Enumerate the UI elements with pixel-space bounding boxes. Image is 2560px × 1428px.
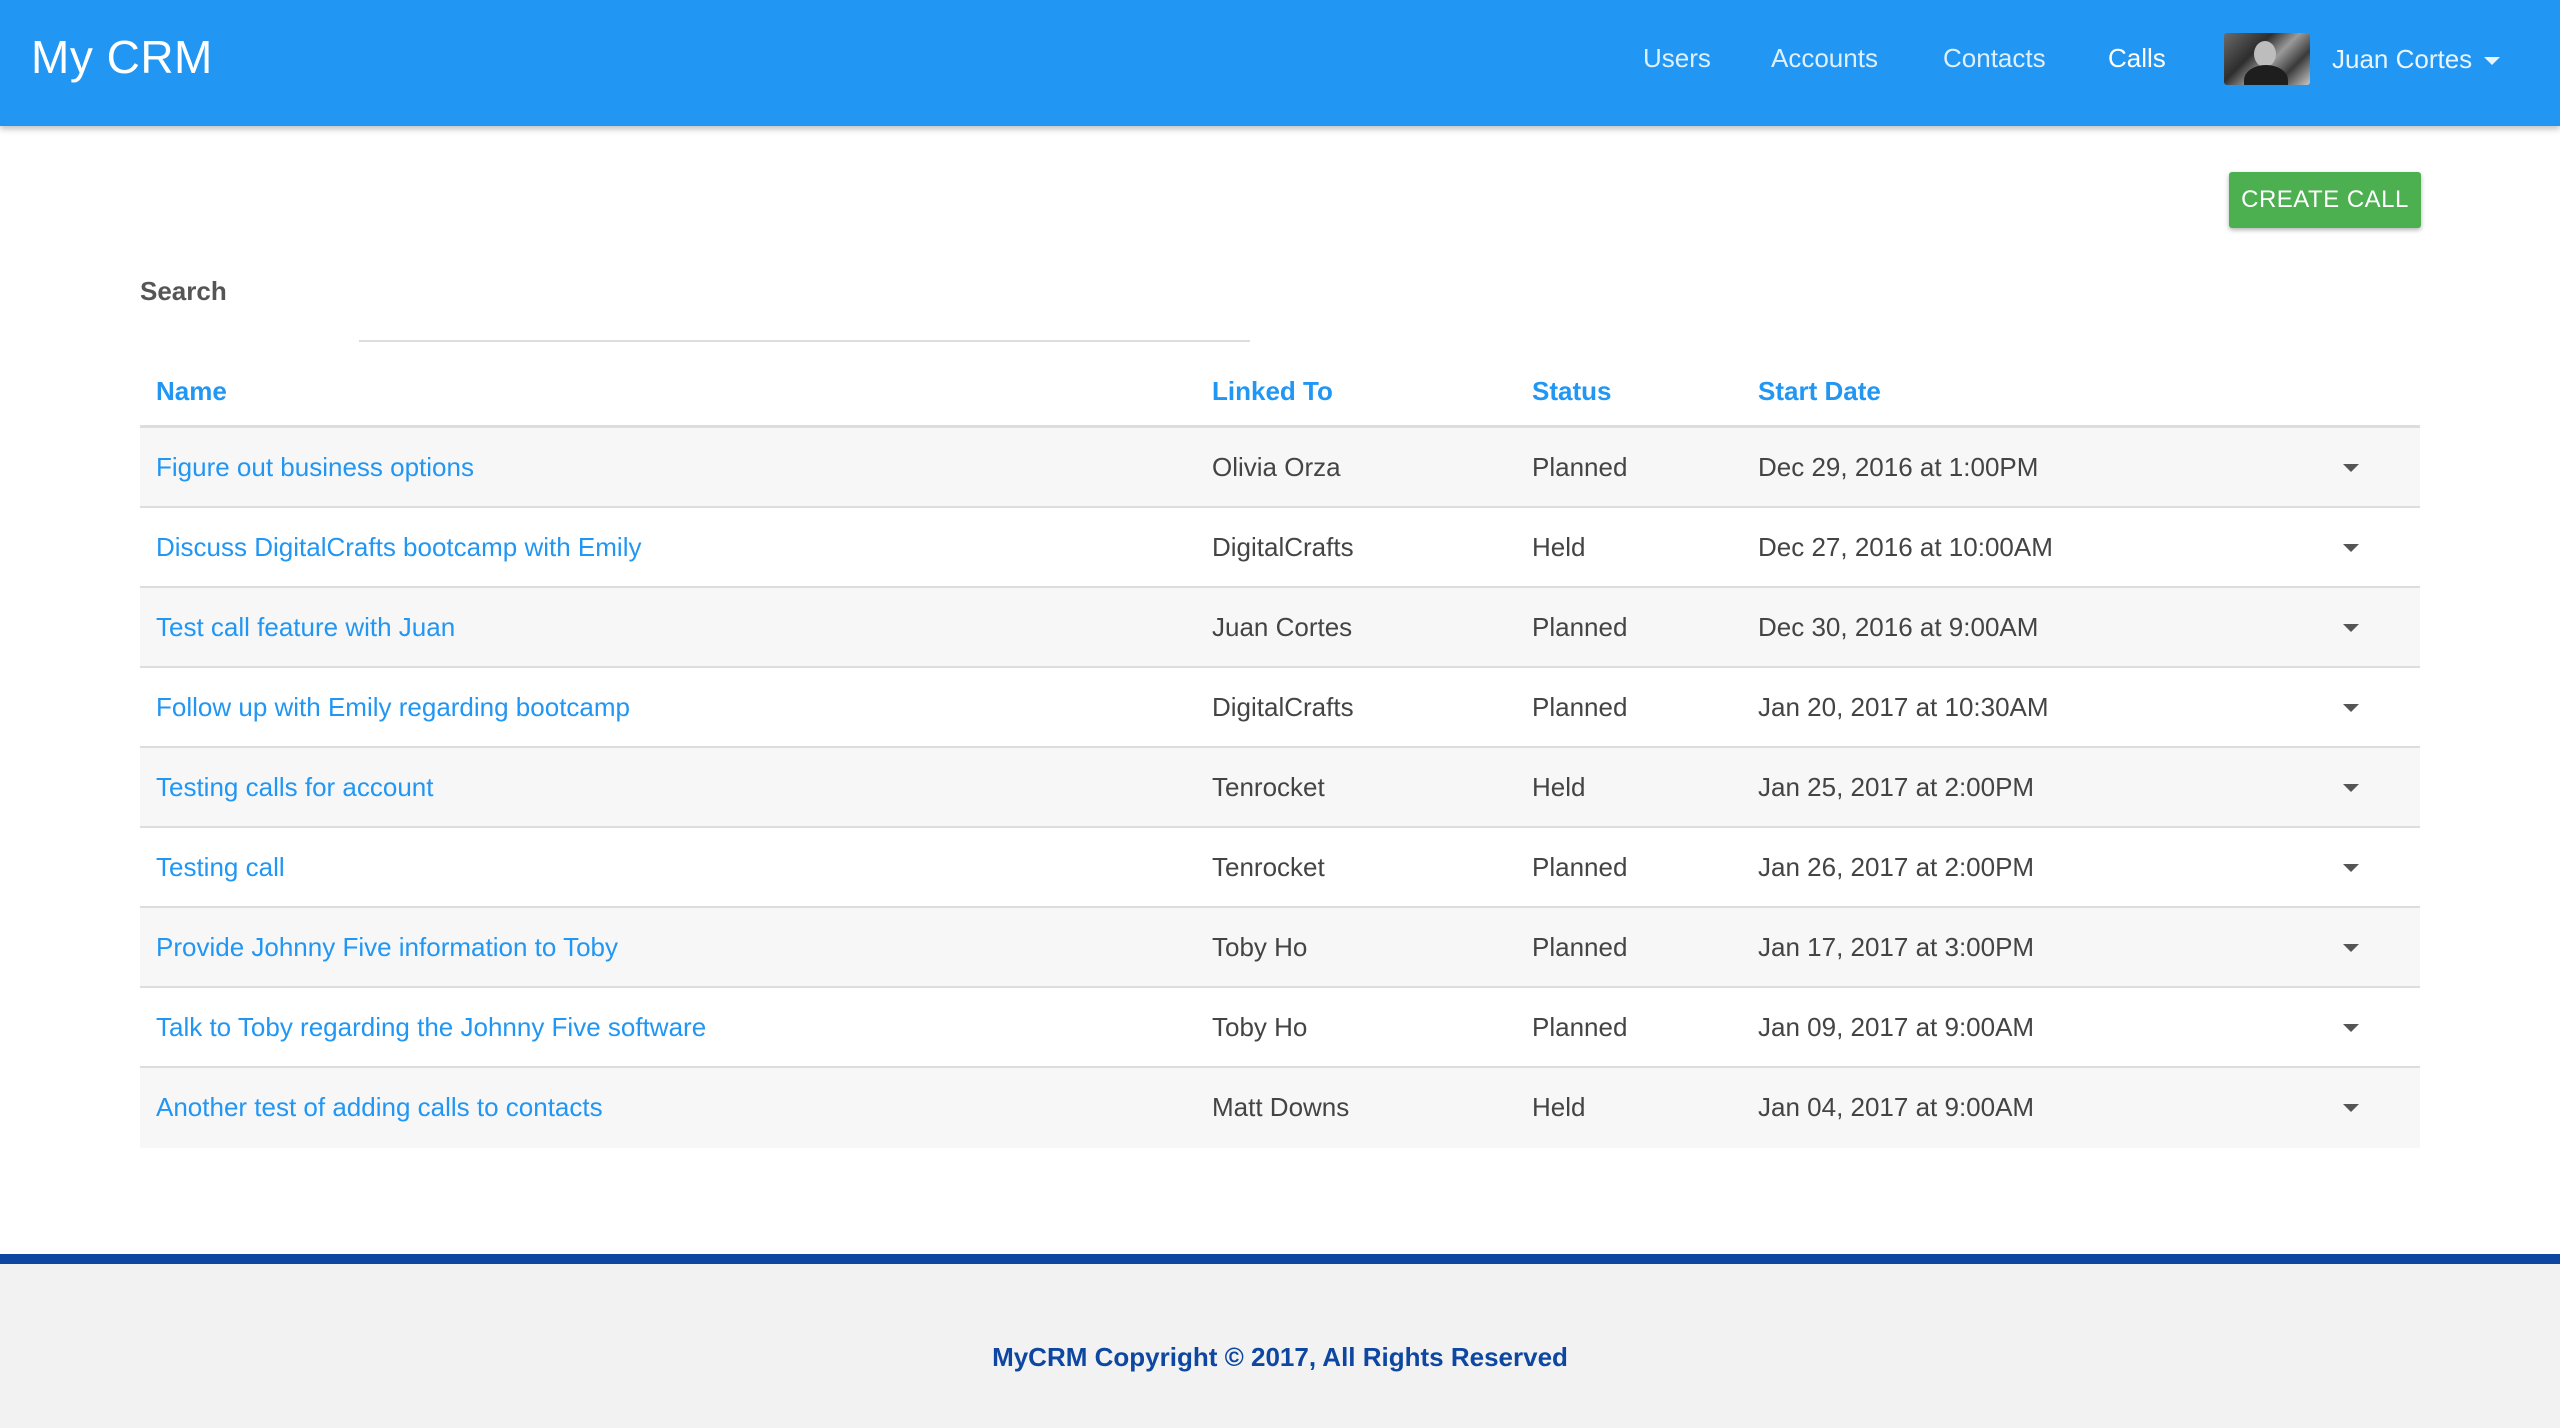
chevron-down-icon <box>2343 784 2359 792</box>
chevron-down-icon <box>2343 864 2359 872</box>
user-menu[interactable]: Juan Cortes <box>2224 33 2501 85</box>
nav-contacts[interactable]: Contacts <box>1943 38 2046 78</box>
column-header-name[interactable]: Name <box>156 374 227 408</box>
table-row: Provide Johnny Five information to Toby … <box>140 908 2420 988</box>
search-input[interactable] <box>359 290 1250 342</box>
status-cell: Planned <box>1532 852 1628 882</box>
linked-to-cell: Olivia Orza <box>1212 452 1341 482</box>
linked-to-cell: Toby Ho <box>1212 932 1308 962</box>
call-name-link[interactable]: Figure out business options <box>156 450 474 484</box>
table-row: Another test of adding calls to contacts… <box>140 1068 2420 1148</box>
status-cell: Planned <box>1532 452 1628 482</box>
start-date-cell: Jan 17, 2017 at 3:00PM <box>1758 932 2035 962</box>
copyright-text: MyCRM Copyright © 2017, All Rights Reser… <box>992 1342 1568 1372</box>
start-date-cell: Jan 20, 2017 at 10:30AM <box>1758 692 2049 722</box>
start-date-cell: Jan 26, 2017 at 2:00PM <box>1758 852 2035 882</box>
table-row: Figure out business options Olivia Orza … <box>140 428 2420 508</box>
start-date-cell: Jan 09, 2017 at 9:00AM <box>1758 1012 2035 1042</box>
chevron-down-icon <box>2343 464 2359 472</box>
linked-to-cell: DigitalCrafts <box>1212 692 1354 722</box>
nav-calls[interactable]: Calls <box>2108 38 2166 78</box>
chevron-down-icon <box>2484 57 2501 65</box>
create-call-button[interactable]: CREATE CALL <box>2229 172 2421 228</box>
table-row: Follow up with Emily regarding bootcamp … <box>140 668 2420 748</box>
avatar <box>2224 33 2310 85</box>
call-name-link[interactable]: Discuss DigitalCrafts bootcamp with Emil… <box>156 530 641 564</box>
brand-logo[interactable]: My CRM <box>31 27 213 87</box>
status-cell: Planned <box>1532 1012 1628 1042</box>
chevron-down-icon <box>2343 624 2359 632</box>
search-label: Search <box>140 276 227 306</box>
status-cell: Planned <box>1532 932 1628 962</box>
call-name-link[interactable]: Testing calls for account <box>156 770 433 804</box>
page-footer: MyCRM Copyright © 2017, All Rights Reser… <box>0 1254 2560 1428</box>
chevron-down-icon <box>2343 944 2359 952</box>
chevron-down-icon <box>2343 704 2359 712</box>
user-name: Juan Cortes <box>2332 43 2473 74</box>
table-row: Talk to Toby regarding the Johnny Five s… <box>140 988 2420 1068</box>
start-date-cell: Dec 29, 2016 at 1:00PM <box>1758 452 2039 482</box>
linked-to-cell: Juan Cortes <box>1212 612 1353 642</box>
chevron-down-icon <box>2343 1104 2359 1112</box>
column-header-linked-to[interactable]: Linked To <box>1212 374 1333 408</box>
column-header-status[interactable]: Status <box>1532 374 1611 408</box>
call-name-link[interactable]: Talk to Toby regarding the Johnny Five s… <box>156 1010 706 1044</box>
table-row: Testing calls for account Tenrocket Held… <box>140 748 2420 828</box>
start-date-cell: Dec 27, 2016 at 10:00AM <box>1758 532 2053 562</box>
linked-to-cell: Tenrocket <box>1212 772 1325 802</box>
call-name-link[interactable]: Test call feature with Juan <box>156 610 455 644</box>
call-name-link[interactable]: Follow up with Emily regarding bootcamp <box>156 690 630 724</box>
call-name-link[interactable]: Testing call <box>156 850 285 884</box>
top-navbar: My CRM Users Accounts Contacts Calls Jua… <box>0 0 2560 126</box>
column-header-start-date[interactable]: Start Date <box>1758 374 1881 408</box>
linked-to-cell: Toby Ho <box>1212 1012 1308 1042</box>
calls-table: Name Linked To Status Start Date Figure … <box>140 360 2420 1148</box>
table-row: Testing call Tenrocket Planned Jan 26, 2… <box>140 828 2420 908</box>
nav-users[interactable]: Users <box>1643 38 1711 78</box>
table-row: Test call feature with Juan Juan Cortes … <box>140 588 2420 668</box>
linked-to-cell: DigitalCrafts <box>1212 532 1354 562</box>
start-date-cell: Jan 25, 2017 at 2:00PM <box>1758 772 2035 802</box>
status-cell: Held <box>1532 532 1586 562</box>
chevron-down-icon <box>2343 544 2359 552</box>
status-cell: Held <box>1532 1092 1586 1122</box>
call-name-link[interactable]: Provide Johnny Five information to Toby <box>156 930 618 964</box>
table-header: Name Linked To Status Start Date <box>140 360 2420 428</box>
start-date-cell: Dec 30, 2016 at 9:00AM <box>1758 612 2039 642</box>
table-row: Discuss DigitalCrafts bootcamp with Emil… <box>140 508 2420 588</box>
status-cell: Planned <box>1532 612 1628 642</box>
status-cell: Held <box>1532 772 1586 802</box>
status-cell: Planned <box>1532 692 1628 722</box>
linked-to-cell: Tenrocket <box>1212 852 1325 882</box>
chevron-down-icon <box>2343 1024 2359 1032</box>
start-date-cell: Jan 04, 2017 at 9:00AM <box>1758 1092 2035 1122</box>
linked-to-cell: Matt Downs <box>1212 1092 1350 1122</box>
call-name-link[interactable]: Another test of adding calls to contacts <box>156 1090 603 1124</box>
nav-accounts[interactable]: Accounts <box>1771 38 1878 78</box>
